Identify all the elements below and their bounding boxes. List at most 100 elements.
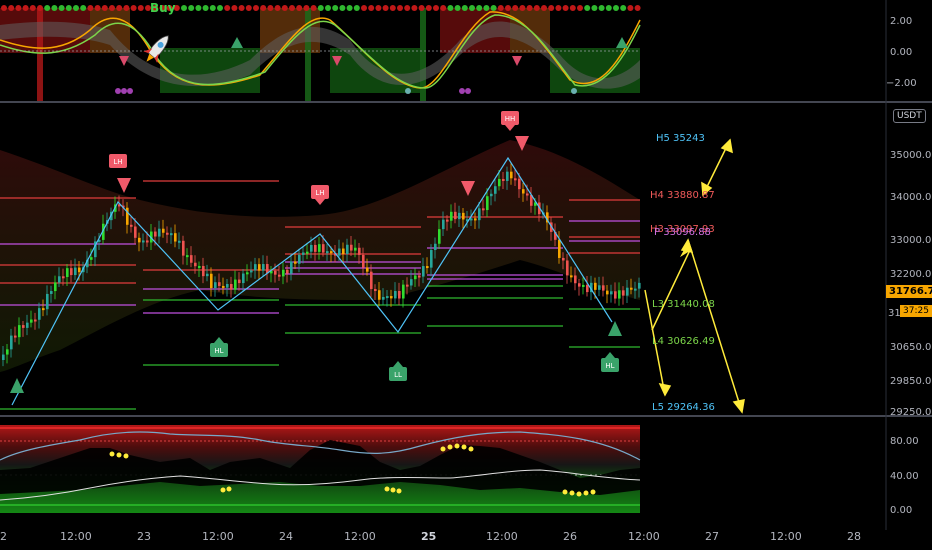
signal-dot bbox=[260, 5, 267, 11]
signal-dot bbox=[541, 5, 547, 11]
buy-triangle-top-2 bbox=[616, 37, 628, 48]
signal-dot bbox=[238, 5, 245, 11]
candle-body bbox=[298, 254, 301, 264]
main-price-panel[interactable]: LH LH HL LL HH HL H5 35243 H4 33880.87 H… bbox=[0, 111, 745, 414]
candle-body bbox=[638, 282, 641, 289]
signal-dot bbox=[195, 5, 202, 11]
rsi-axis-40: 40.00 bbox=[890, 471, 919, 482]
candle-body bbox=[514, 178, 517, 181]
svg-text:LH: LH bbox=[113, 158, 122, 166]
candle-body bbox=[30, 319, 33, 323]
buy-triangle-top-1 bbox=[231, 37, 243, 48]
candle-body bbox=[254, 264, 257, 271]
candle-body bbox=[626, 287, 629, 296]
signal-dot bbox=[620, 5, 627, 11]
candle-body bbox=[206, 273, 209, 277]
signal-dot bbox=[87, 5, 94, 11]
candle-body bbox=[286, 269, 289, 274]
signal-dot-row bbox=[1, 5, 641, 11]
candle-body bbox=[306, 251, 309, 254]
top-oscillator bbox=[0, 8, 641, 101]
signal-dot bbox=[58, 5, 65, 11]
signal-dot bbox=[440, 5, 447, 11]
signal-dot bbox=[404, 5, 411, 11]
candle-body bbox=[442, 219, 445, 230]
swing-label-ll: LL bbox=[389, 361, 407, 381]
candle-body bbox=[454, 211, 457, 220]
candle-body bbox=[346, 244, 349, 255]
candle-body bbox=[458, 212, 461, 220]
candle-body bbox=[438, 229, 441, 244]
candle-body bbox=[478, 208, 481, 221]
signal-dot bbox=[65, 5, 72, 11]
signal-dot bbox=[526, 5, 533, 11]
signal-dot bbox=[1, 5, 7, 11]
candle-body bbox=[314, 244, 317, 252]
candle-body bbox=[278, 274, 281, 277]
signal-dot bbox=[454, 5, 461, 11]
candle-body bbox=[622, 290, 625, 296]
signal-dot bbox=[303, 5, 310, 11]
candle-body bbox=[446, 219, 449, 222]
time-axis[interactable]: 2 12:00 23 12:00 24 12:00 25 12:00 26 12… bbox=[0, 530, 861, 543]
signal-dot bbox=[181, 5, 187, 11]
candle-body bbox=[178, 240, 181, 243]
trading-chart[interactable]: Buy 2.00 0.00 −2.00 LH LH HL LL HH HL H5… bbox=[0, 0, 932, 550]
candle-body bbox=[558, 239, 561, 258]
pivot-label-l3: L3 31440.08 bbox=[652, 299, 715, 310]
candle-body bbox=[38, 308, 41, 320]
pivot-label-p: P 33096.88 bbox=[654, 227, 711, 238]
signal-dot bbox=[368, 5, 375, 11]
candle-body bbox=[174, 233, 177, 242]
candle-body bbox=[422, 266, 425, 277]
candle-body bbox=[90, 257, 93, 260]
signal-dot bbox=[15, 5, 22, 11]
svg-text:HL: HL bbox=[214, 347, 223, 355]
candle-body bbox=[582, 284, 585, 287]
swing-label-lh-2: LH bbox=[311, 185, 329, 205]
candle-body bbox=[42, 308, 45, 311]
candle-body bbox=[586, 284, 589, 293]
candle-body bbox=[6, 349, 9, 355]
signal-dot bbox=[267, 5, 274, 11]
candle-body bbox=[182, 240, 185, 256]
signal-dot bbox=[137, 5, 144, 11]
signal-dot bbox=[483, 5, 490, 11]
candle-body bbox=[322, 244, 325, 253]
svg-text:LL: LL bbox=[394, 371, 402, 379]
time-label-1200-b: 12:00 bbox=[202, 530, 234, 543]
candle-body bbox=[574, 275, 577, 284]
candle-body bbox=[410, 279, 413, 286]
signal-dot bbox=[598, 5, 605, 11]
candle-body bbox=[46, 293, 49, 310]
candle-body bbox=[162, 228, 165, 233]
signal-dot bbox=[51, 5, 58, 11]
candle-body bbox=[474, 218, 477, 221]
candle-body bbox=[58, 276, 61, 283]
time-label-1200-d: 12:00 bbox=[486, 530, 518, 543]
rsi-axis-80: 80.00 bbox=[890, 436, 919, 447]
candle-body bbox=[566, 260, 569, 276]
candle-body bbox=[518, 178, 521, 190]
candle-body bbox=[366, 267, 369, 272]
candle-body bbox=[402, 284, 405, 299]
signal-dot bbox=[461, 5, 468, 11]
time-label-1200-e: 12:00 bbox=[628, 530, 660, 543]
signal-dot bbox=[476, 5, 483, 11]
candle-body bbox=[562, 257, 565, 261]
candle-body bbox=[506, 171, 509, 181]
teal-dot-1 bbox=[405, 88, 411, 94]
candle-body bbox=[498, 179, 501, 187]
candle-body bbox=[78, 267, 81, 273]
signal-dot bbox=[296, 5, 303, 11]
price-axis-30650: 30650.00 bbox=[890, 342, 932, 353]
signal-dot bbox=[548, 5, 555, 11]
current-price-tag: 31766.71 bbox=[886, 285, 932, 298]
signal-dot bbox=[433, 5, 439, 11]
currency-badge[interactable]: USDT bbox=[893, 109, 926, 123]
candle-body bbox=[190, 255, 193, 263]
candle-body bbox=[258, 264, 261, 271]
candle-body bbox=[598, 285, 601, 290]
candle-body bbox=[338, 248, 341, 256]
signal-dot bbox=[109, 5, 115, 11]
